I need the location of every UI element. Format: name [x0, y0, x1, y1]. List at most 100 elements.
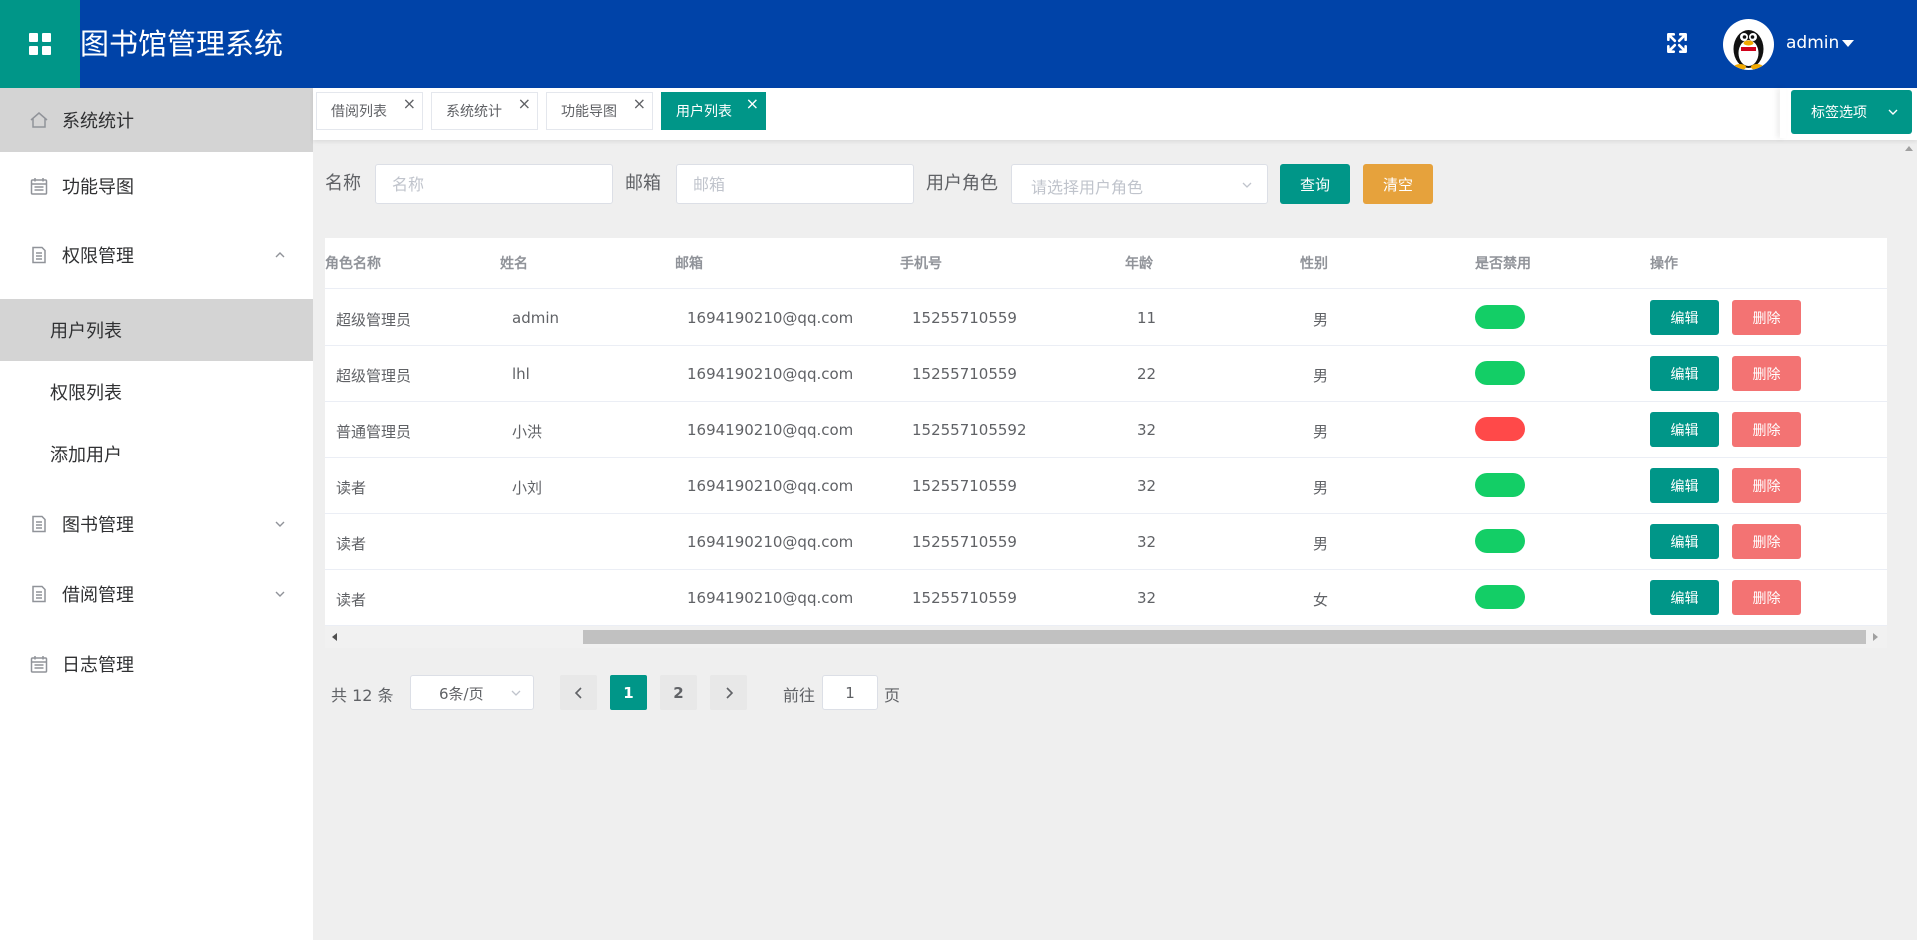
name-search-input[interactable]: [375, 164, 613, 204]
edit-button[interactable]: 编辑: [1650, 468, 1719, 503]
cell-age: 32: [1137, 421, 1157, 439]
cell-email: 1694190210@qq.com: [687, 365, 854, 383]
tab-system-stats[interactable]: 系统统计 ×: [431, 92, 538, 130]
edit-button[interactable]: 编辑: [1650, 300, 1719, 335]
close-icon[interactable]: ×: [518, 96, 531, 112]
goto-label: 前往: [783, 686, 816, 705]
tab-options-label: 标签选项: [1811, 105, 1867, 121]
disable-toggle[interactable]: [1475, 585, 1525, 609]
cell-email: 1694190210@qq.com: [687, 309, 854, 327]
column-header-phone: 手机号: [900, 256, 942, 272]
table-row: 读者 1694190210@qq.com 15255710559 32 女 编辑 删除: [325, 570, 1887, 626]
role-select-placeholder: 请选择用户角色: [1031, 178, 1144, 197]
edit-button[interactable]: 编辑: [1650, 356, 1719, 391]
tab-user-list[interactable]: 用户列表 ×: [661, 92, 766, 130]
cell-age: 32: [1137, 533, 1157, 551]
edit-button[interactable]: 编辑: [1650, 524, 1719, 559]
chevron-left-icon: [574, 686, 582, 699]
tab-options-button[interactable]: 标签选项: [1791, 90, 1912, 134]
delete-button[interactable]: 删除: [1732, 412, 1801, 447]
close-icon[interactable]: ×: [403, 96, 416, 112]
column-header-email: 邮箱: [675, 256, 703, 272]
goto-page-input[interactable]: [822, 675, 878, 710]
disable-toggle[interactable]: [1475, 417, 1525, 441]
clear-button[interactable]: 清空: [1363, 164, 1433, 204]
sidebar-item-borrow-management[interactable]: 借阅管理: [0, 559, 313, 629]
user-menu-name[interactable]: admin: [1786, 30, 1839, 56]
delete-button[interactable]: 删除: [1732, 580, 1801, 615]
pagination-total: 共 12 条: [331, 686, 394, 705]
role-select[interactable]: 请选择用户角色: [1011, 164, 1268, 204]
disable-toggle[interactable]: [1475, 305, 1525, 329]
delete-button[interactable]: 删除: [1732, 356, 1801, 391]
edit-button[interactable]: 编辑: [1650, 580, 1719, 615]
sidebar-item-log-management[interactable]: 日志管理: [0, 629, 313, 699]
tab-options-divider: [1780, 88, 1786, 138]
column-header-disabled: 是否禁用: [1475, 256, 1531, 272]
disable-toggle[interactable]: [1475, 529, 1525, 553]
avatar[interactable]: [1723, 19, 1774, 70]
sidebar-item-permission-list[interactable]: 权限列表: [0, 361, 313, 423]
cell-gender: 男: [1313, 423, 1329, 441]
user-table: 角色名称 姓名 邮箱 手机号 年龄 性别 是否禁用 操作 超级管理员 admin 1…: [325, 238, 1887, 626]
disable-toggle[interactable]: [1475, 361, 1525, 385]
scrollbar-thumb[interactable]: [583, 630, 1866, 644]
column-header-name: 姓名: [500, 256, 528, 272]
cell-phone: 15255710559: [912, 309, 1017, 327]
sidebar-item-system-stats[interactable]: 系统统计: [0, 88, 313, 152]
chevron-up-icon: [275, 252, 285, 258]
edit-button[interactable]: 编辑: [1650, 412, 1719, 447]
tab-function-map[interactable]: 功能导图 ×: [546, 92, 653, 130]
sidebar-item-user-list[interactable]: 用户列表: [0, 299, 313, 361]
email-search-input[interactable]: [676, 164, 914, 204]
sidebar-item-function-map[interactable]: 功能导图: [0, 152, 313, 220]
column-header-gender: 性别: [1300, 256, 1328, 272]
scroll-left-arrow[interactable]: [332, 633, 337, 641]
table-row: 超级管理员 lhl 1694190210@qq.com 15255710559 22 男 编…: [325, 346, 1887, 402]
cell-email: 1694190210@qq.com: [687, 533, 854, 551]
chevron-down-icon: [275, 591, 285, 597]
delete-button[interactable]: 删除: [1732, 300, 1801, 335]
page-size-value: 6条/页: [439, 685, 484, 703]
page-size-select[interactable]: 6条/页: [410, 675, 534, 710]
calendar-icon: [30, 656, 48, 673]
top-header: 图书馆管理系统 admin: [0, 0, 1917, 88]
caret-down-icon[interactable]: [1842, 40, 1854, 47]
sidebar-item-label: 用户列表: [50, 321, 122, 342]
scroll-up-arrow[interactable]: [1905, 146, 1913, 151]
tab-label: 系统统计: [446, 104, 502, 120]
prev-page-button[interactable]: [560, 675, 597, 710]
tab-borrow-list[interactable]: 借阅列表 ×: [316, 92, 423, 130]
fullscreen-icon[interactable]: [1664, 30, 1690, 56]
scroll-right-arrow[interactable]: [1873, 633, 1878, 641]
sidebar-item-label: 图书管理: [62, 515, 134, 536]
query-button[interactable]: 查询: [1280, 164, 1350, 204]
delete-button[interactable]: 删除: [1732, 468, 1801, 503]
horizontal-scrollbar[interactable]: [325, 626, 1887, 648]
sidebar-item-label: 借阅管理: [62, 585, 134, 606]
menu-toggle-button[interactable]: [0, 0, 80, 88]
sidebar-item-label: 权限管理: [62, 246, 134, 267]
email-label: 邮箱: [625, 173, 661, 194]
home-icon: [30, 112, 48, 128]
chevron-down-icon: [1242, 182, 1252, 188]
cell-gender: 男: [1313, 479, 1329, 497]
close-icon[interactable]: ×: [633, 96, 646, 112]
page-2-button[interactable]: 2: [660, 675, 697, 710]
delete-button[interactable]: 删除: [1732, 524, 1801, 559]
sidebar-item-add-user[interactable]: 添加用户: [0, 423, 313, 485]
tabs-bar: 借阅列表 × 系统统计 × 功能导图 × 用户列表 ×: [313, 88, 1917, 140]
next-page-button[interactable]: [710, 675, 747, 710]
tab-label: 用户列表: [676, 104, 732, 120]
page-1-button[interactable]: 1: [610, 675, 647, 710]
close-icon[interactable]: ×: [746, 96, 759, 112]
cell-age: 32: [1137, 589, 1157, 607]
document-icon: [32, 515, 46, 533]
sidebar-item-book-management[interactable]: 图书管理: [0, 489, 313, 559]
sidebar-item-permissions[interactable]: 权限管理: [0, 220, 313, 290]
page-suffix-label: 页: [884, 686, 901, 705]
table-row: 读者 1694190210@qq.com 15255710559 32 男 编辑 删除: [325, 514, 1887, 570]
cell-age: 11: [1137, 309, 1157, 327]
disable-toggle[interactable]: [1475, 473, 1525, 497]
sidebar: 系统统计 功能导图 权限管理 用户列表 权限列表 添加用户 图书管理 借阅管理 …: [0, 88, 313, 940]
